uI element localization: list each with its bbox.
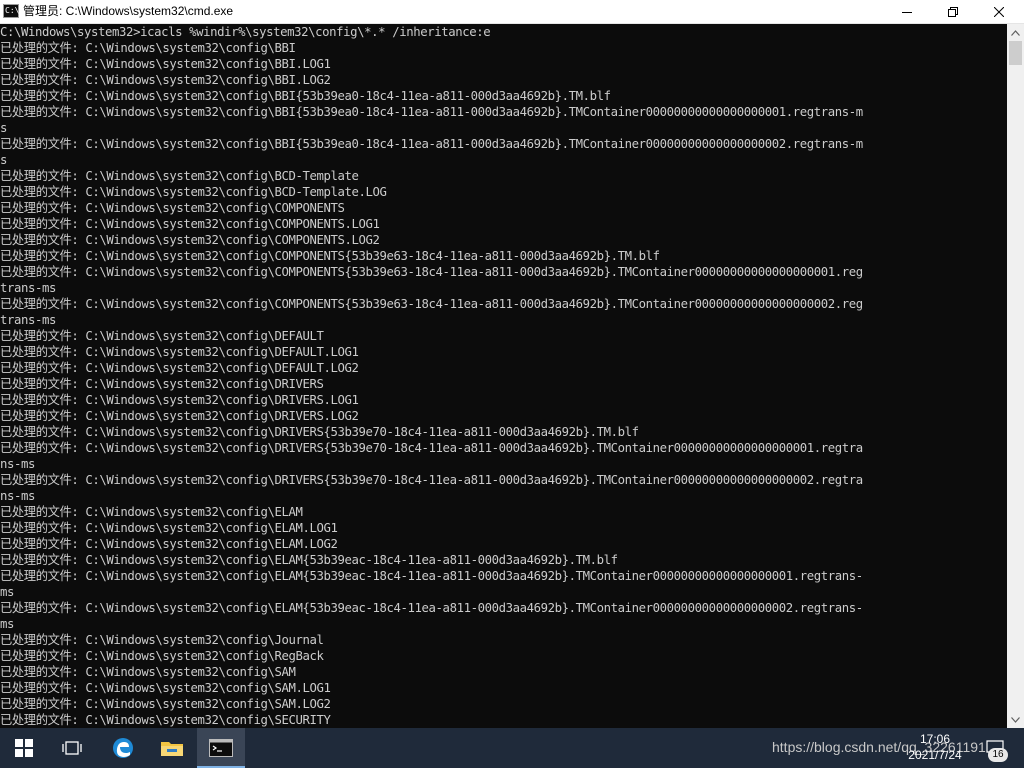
console-line: 已处理的文件: C:\Windows\system32\config\BBI.L… (0, 57, 331, 71)
console-line: 已处理的文件: C:\Windows\system32\config\COMPO… (0, 201, 345, 215)
minimize-icon (902, 11, 912, 13)
console-line: ns-ms (0, 489, 36, 503)
console-line: trans-ms (0, 281, 57, 295)
edge-button[interactable] (99, 728, 147, 768)
console-line: 已处理的文件: C:\Windows\system32\config\BBI{5… (0, 105, 863, 119)
console-line: 已处理的文件: C:\Windows\system32\config\COMPO… (0, 265, 863, 279)
task-view-button[interactable] (48, 728, 96, 768)
console-line: 已处理的文件: C:\Windows\system32\config\ELAM{… (0, 601, 863, 615)
console-line: 已处理的文件: C:\Windows\system32\config\SAM.L… (0, 697, 331, 711)
console-line: 已处理的文件: C:\Windows\system32\config\RegBa… (0, 649, 324, 663)
window-title: 管理员: C:\Windows\system32\cmd.exe (23, 4, 234, 18)
console-line: 已处理的文件: C:\Windows\system32\config\Journ… (0, 633, 324, 647)
console-line: 已处理的文件: C:\Windows\system32\config\BCD-T… (0, 185, 387, 199)
console-line: s (0, 121, 8, 135)
console-line: ms (0, 617, 15, 631)
file-explorer-icon (161, 742, 183, 756)
console-line: 已处理的文件: C:\Windows\system32\config\COMPO… (0, 217, 380, 231)
maximize-button[interactable] (930, 0, 976, 23)
vertical-scrollbar[interactable] (1007, 24, 1024, 728)
console-line: trans-ms (0, 313, 57, 327)
console-line: 已处理的文件: C:\Windows\system32\config\COMPO… (0, 233, 380, 247)
console-line: 已处理的文件: C:\Windows\system32\config\DEFAU… (0, 329, 324, 343)
console-output[interactable]: C:\Windows\system32>icacls %windir%\syst… (0, 24, 1007, 728)
console-line: 已处理的文件: C:\Windows\system32\config\DRIVE… (0, 409, 359, 423)
clock-time: 17:06 (919, 732, 951, 746)
task-view-icon (62, 741, 82, 755)
minimize-button[interactable] (884, 0, 930, 23)
edge-icon (113, 738, 133, 758)
console-line: 已处理的文件: C:\Windows\system32\config\ELAM (0, 505, 303, 519)
console-line: 已处理的文件: C:\Windows\system32\config\DRIVE… (0, 425, 639, 439)
console-line: 已处理的文件: C:\Windows\system32\config\SAM (0, 665, 296, 679)
close-button[interactable] (976, 0, 1022, 23)
clock[interactable]: 17:06 2021/7/24 (900, 731, 970, 763)
console-line: 已处理的文件: C:\Windows\system32\config\BBI{5… (0, 89, 611, 103)
chevron-up-icon (1011, 29, 1020, 36)
console-line: 已处理的文件: C:\Windows\system32\config\ELAM.… (0, 521, 338, 535)
console-line: 已处理的文件: C:\Windows\system32\config\ELAM.… (0, 537, 338, 551)
console-line: 已处理的文件: C:\Windows\system32\config\DRIVE… (0, 473, 863, 487)
start-button[interactable] (0, 728, 48, 768)
console-line: 已处理的文件: C:\Windows\system32\config\ELAM{… (0, 553, 618, 567)
console-line: 已处理的文件: C:\Windows\system32\config\COMPO… (0, 297, 863, 311)
cmd-taskbar-button[interactable] (197, 728, 245, 768)
window-titlebar[interactable]: C:\ 管理员: C:\Windows\system32\cmd.exe (0, 0, 1024, 24)
console-line: 已处理的文件: C:\Windows\system32\config\SECUR… (0, 713, 331, 727)
console-line: C:\Windows\system32>icacls %windir%\syst… (0, 25, 491, 39)
console-line: 已处理的文件: C:\Windows\system32\config\SAM.L… (0, 681, 331, 695)
console-line: s (0, 153, 8, 167)
console-line: 已处理的文件: C:\Windows\system32\config\BBI (0, 41, 296, 55)
notification-count-badge: 16 (988, 748, 1008, 762)
console-line: 已处理的文件: C:\Windows\system32\config\BBI.L… (0, 73, 331, 87)
console-line: ns-ms (0, 457, 36, 471)
scroll-down-button[interactable] (1007, 711, 1024, 728)
scroll-up-button[interactable] (1007, 24, 1024, 41)
restore-icon (948, 6, 958, 17)
console-text: C:\Windows\system32>icacls %windir%\syst… (0, 24, 1007, 728)
console-line: 已处理的文件: C:\Windows\system32\config\BBI{5… (0, 137, 863, 151)
console-line: 已处理的文件: C:\Windows\system32\config\DRIVE… (0, 441, 863, 455)
console-line: 已处理的文件: C:\Windows\system32\config\COMPO… (0, 249, 660, 263)
console-line: 已处理的文件: C:\Windows\system32\config\BCD-T… (0, 169, 359, 183)
taskbar: https://blog.csdn.net/qq_32261191 17:06 … (0, 728, 1024, 768)
file-explorer-button[interactable] (148, 728, 196, 768)
console-line: 已处理的文件: C:\Windows\system32\config\ELAM{… (0, 569, 863, 583)
clock-date: 2021/7/24 (908, 748, 962, 762)
console-line: ms (0, 585, 15, 599)
close-icon (994, 6, 1004, 17)
console-line: 已处理的文件: C:\Windows\system32\config\DRIVE… (0, 393, 359, 407)
scroll-thumb[interactable] (1009, 41, 1022, 65)
chevron-down-icon (1011, 716, 1020, 723)
windows-start-icon (15, 739, 33, 757)
cmd-icon[interactable]: C:\ (3, 4, 19, 18)
console-line: 已处理的文件: C:\Windows\system32\config\DEFAU… (0, 345, 359, 359)
cmd-taskbar-icon (209, 739, 233, 757)
console-line: 已处理的文件: C:\Windows\system32\config\DEFAU… (0, 361, 359, 375)
console-line: 已处理的文件: C:\Windows\system32\config\DRIVE… (0, 377, 324, 391)
